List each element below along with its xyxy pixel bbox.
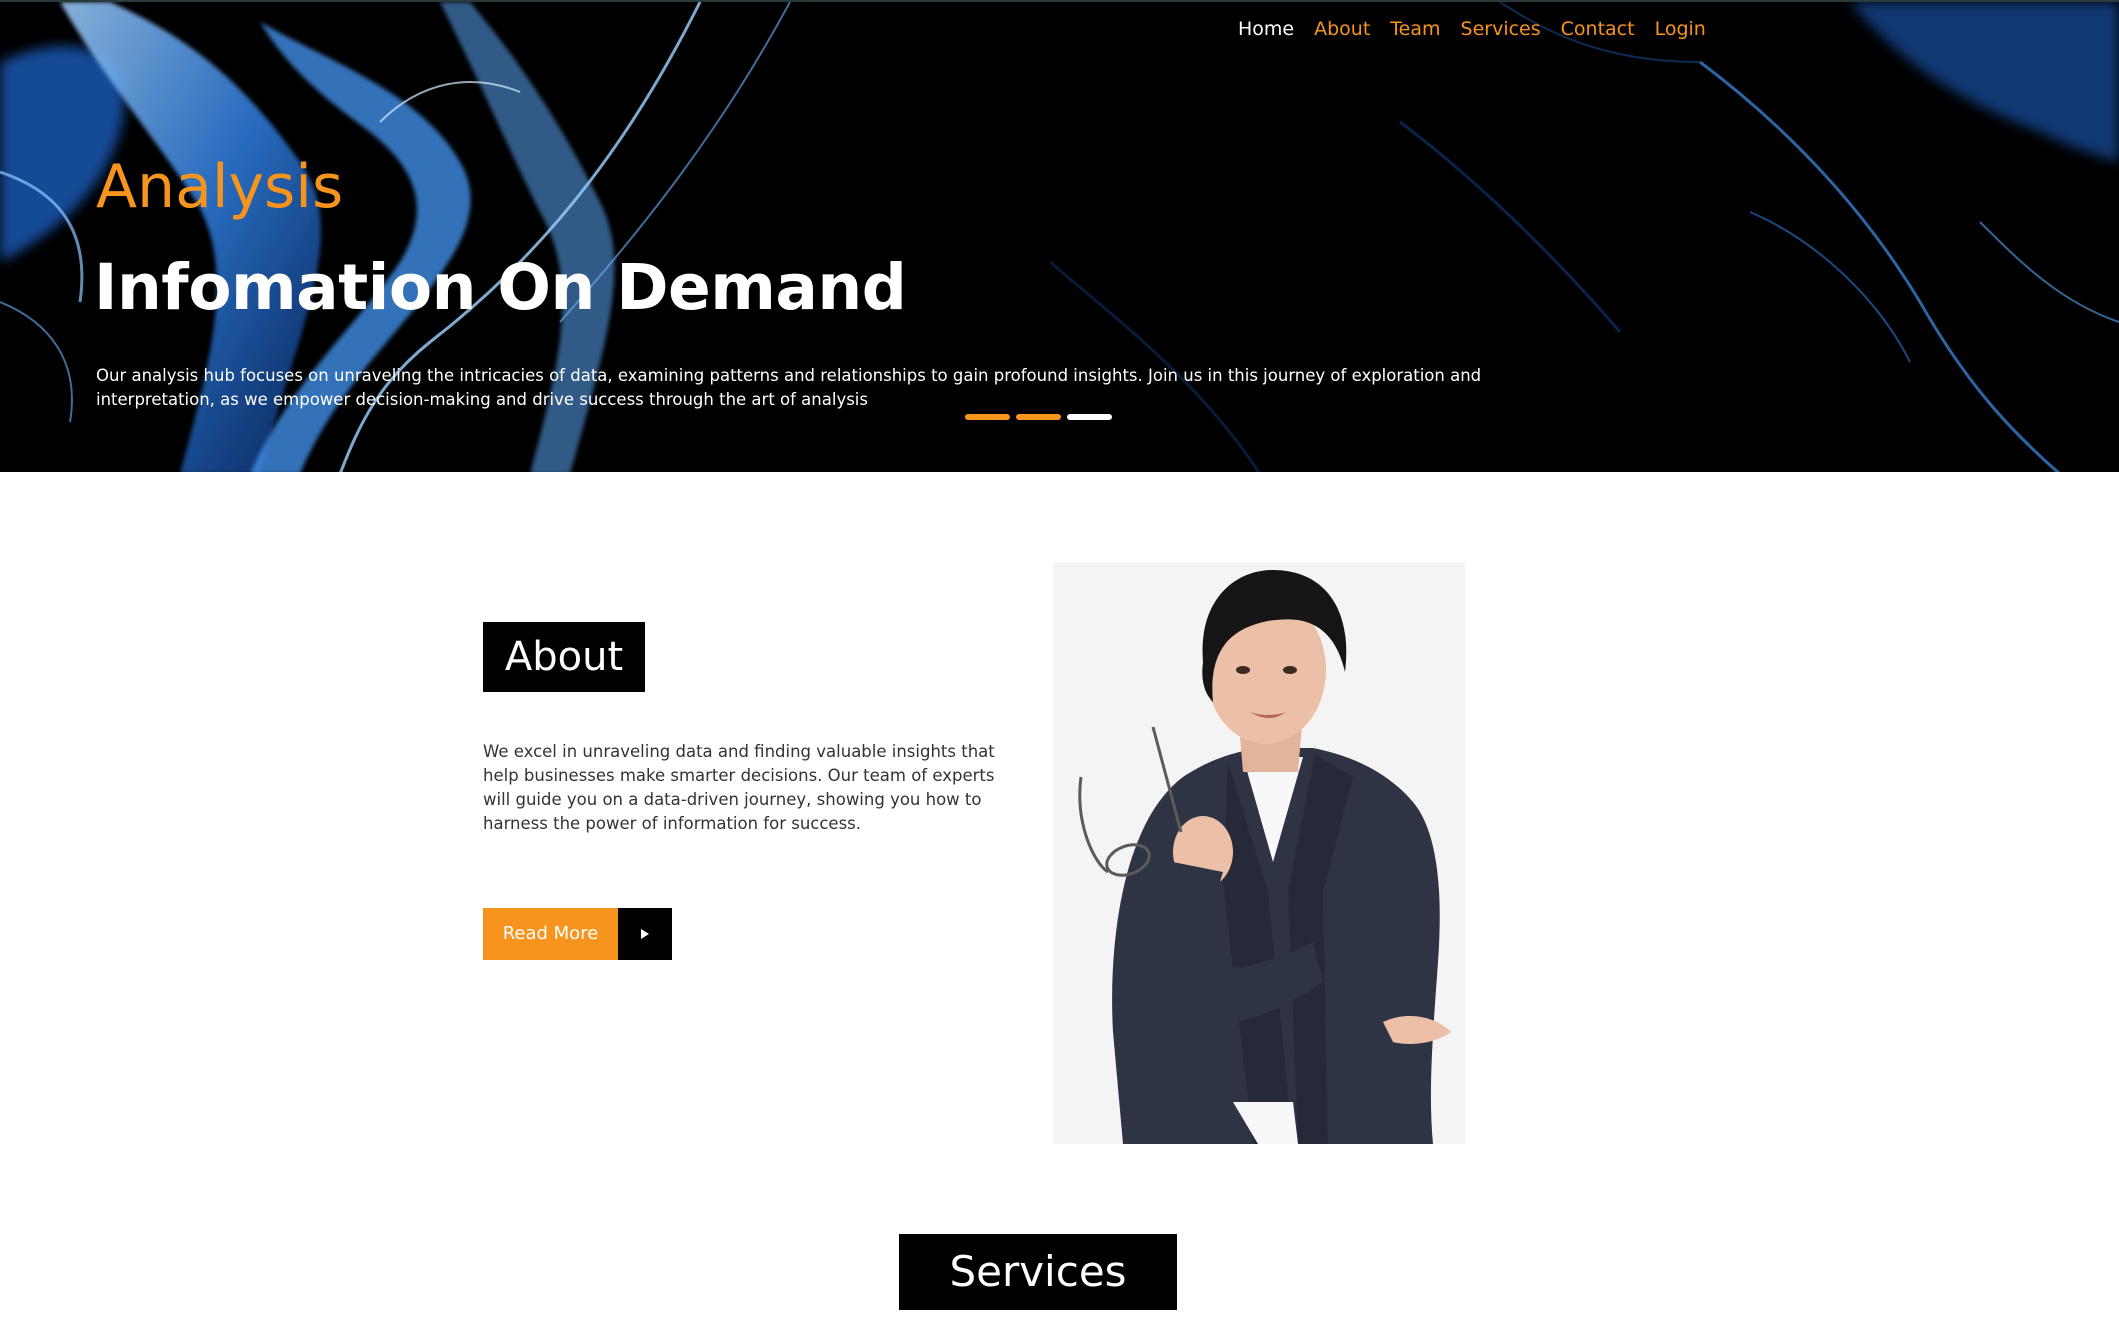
nav-link-about[interactable]: About: [1314, 16, 1370, 42]
slider-dot-1[interactable]: [965, 414, 1010, 420]
businesswoman-portrait-image: [1053, 562, 1465, 1144]
services-heading: Services: [899, 1234, 1177, 1310]
slider-dot-3[interactable]: [1067, 414, 1112, 420]
play-arrow-icon: [618, 908, 672, 960]
hero-description: Our analysis hub focuses on unraveling t…: [96, 366, 1482, 409]
main-navigation: Home About Team Services Contact Login: [1238, 16, 1726, 42]
hero-banner: Home About Team Services Contact Login A…: [0, 0, 2119, 472]
nav-link-login[interactable]: Login: [1655, 16, 1706, 42]
nav-link-services[interactable]: Services: [1461, 16, 1541, 42]
nav-link-team[interactable]: Team: [1390, 16, 1440, 42]
hero-title: Infomation On Demand: [94, 251, 907, 324]
about-text: We excel in unraveling data and finding …: [483, 742, 995, 833]
slider-dot-2[interactable]: [1016, 414, 1061, 420]
nav-link-contact[interactable]: Contact: [1561, 16, 1635, 42]
about-heading: About: [483, 622, 645, 692]
hero-eyebrow: Analysis: [96, 152, 344, 222]
read-more-label: Read More: [483, 908, 618, 960]
nav-link-home[interactable]: Home: [1238, 16, 1294, 42]
slider-indicators: [965, 414, 1112, 420]
read-more-button[interactable]: Read More: [483, 908, 672, 960]
